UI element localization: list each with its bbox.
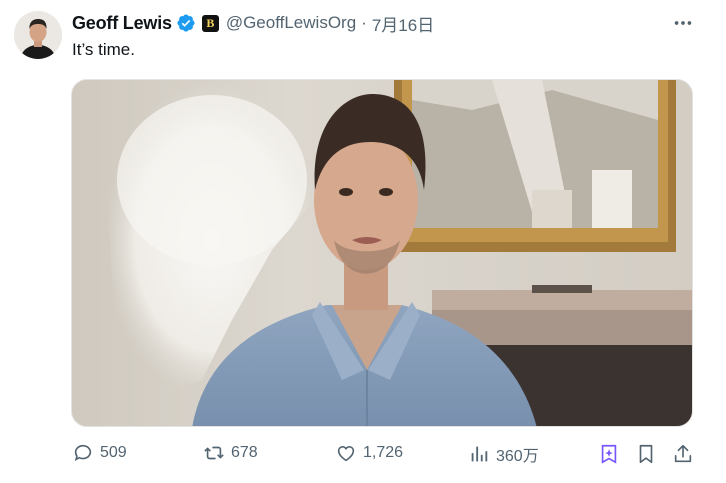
author-name[interactable]: Geoff Lewis — [72, 13, 172, 34]
verified-badge-icon — [177, 14, 195, 32]
share-icon[interactable] — [672, 443, 694, 465]
tweet-date[interactable]: 7月16日 — [372, 11, 434, 36]
like-button[interactable]: 1,726 — [335, 442, 403, 464]
author-handle[interactable]: @GeoffLewisOrg — [226, 13, 356, 33]
repost-button[interactable]: 678 — [203, 442, 258, 464]
reply-button[interactable]: 509 — [72, 442, 127, 464]
views-button[interactable]: 360万 — [468, 442, 539, 466]
like-count: 1,726 — [363, 444, 404, 461]
repost-count: 678 — [231, 444, 258, 461]
reply-count: 509 — [100, 444, 127, 461]
bookmark-icon[interactable] — [635, 443, 657, 465]
tweet[interactable]: Geoff Lewis B @GeoffLewisOrg · 7月16日 It’… — [0, 0, 726, 483]
views-icon — [471, 446, 488, 462]
repost-icon — [204, 446, 224, 460]
like-icon — [337, 446, 355, 462]
tweet-video[interactable] — [71, 79, 693, 427]
reply-icon — [74, 444, 92, 462]
views-count: 360万 — [496, 448, 539, 465]
action-bar: 509 678 1,726 360万 — [0, 440, 726, 470]
separator: · — [361, 13, 367, 32]
affiliate-badge[interactable]: B — [201, 14, 219, 32]
avatar[interactable] — [14, 11, 62, 59]
grok-icon[interactable] — [598, 443, 620, 465]
tweet-text: It’s time. — [72, 40, 135, 59]
more-icon[interactable] — [672, 12, 694, 34]
